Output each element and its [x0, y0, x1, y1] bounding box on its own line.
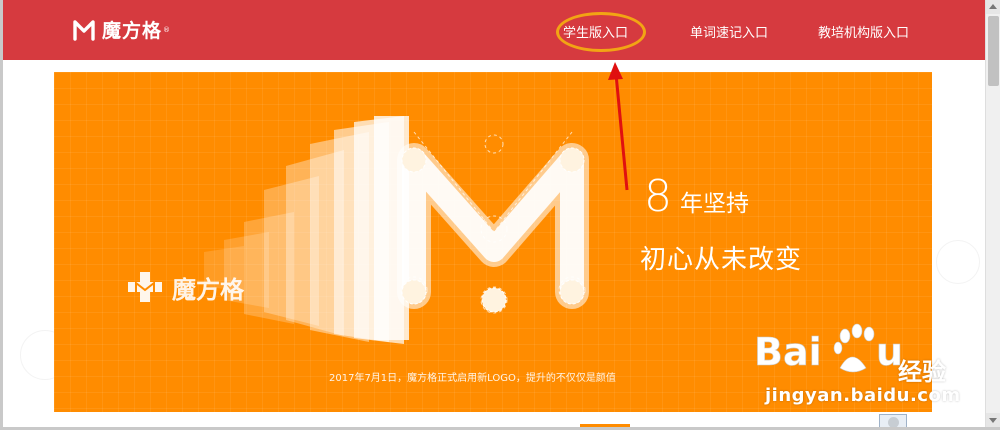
nav-training-org-entrance[interactable]: 教培机构版入口 — [818, 22, 909, 41]
logo-m-icon — [73, 19, 95, 41]
background-decoration — [936, 240, 980, 284]
tagline-number: 8 — [644, 171, 672, 222]
scroll-thumb[interactable] — [988, 16, 999, 86]
banner-caption: 2017年7月1日，魔方格正式启用新LOGO，提升的不仅仅是颜值 — [329, 373, 616, 384]
banner-tagline: 8 年坚持 — [644, 175, 749, 219]
highlight-circle-annotation — [556, 12, 646, 52]
scroll-up-button[interactable] — [986, 0, 1000, 14]
scroll-down-button[interactable] — [986, 413, 1000, 427]
site-logo[interactable]: 魔方格 ® — [72, 16, 170, 43]
nav-word-memory-entrance[interactable]: 单词速记入口 — [690, 22, 768, 41]
logo-text: 魔方格 — [102, 20, 163, 42]
banner-tagline-line2: 初心从未改变 — [640, 245, 803, 275]
svg-text:Bai: Bai — [754, 330, 822, 374]
vertical-scrollbar[interactable] — [985, 0, 1000, 427]
red-arrow-annotation — [608, 62, 629, 191]
tagline-words: 年坚持 — [680, 191, 749, 217]
window-frame-left — [0, 0, 3, 430]
watermark-url: jingyan.baidu.com — [765, 385, 961, 406]
banner-brand-text: 魔方格 — [172, 276, 244, 304]
watermark-brand-text: 经验 — [898, 358, 946, 386]
logo-registered-mark: ® — [163, 25, 171, 34]
